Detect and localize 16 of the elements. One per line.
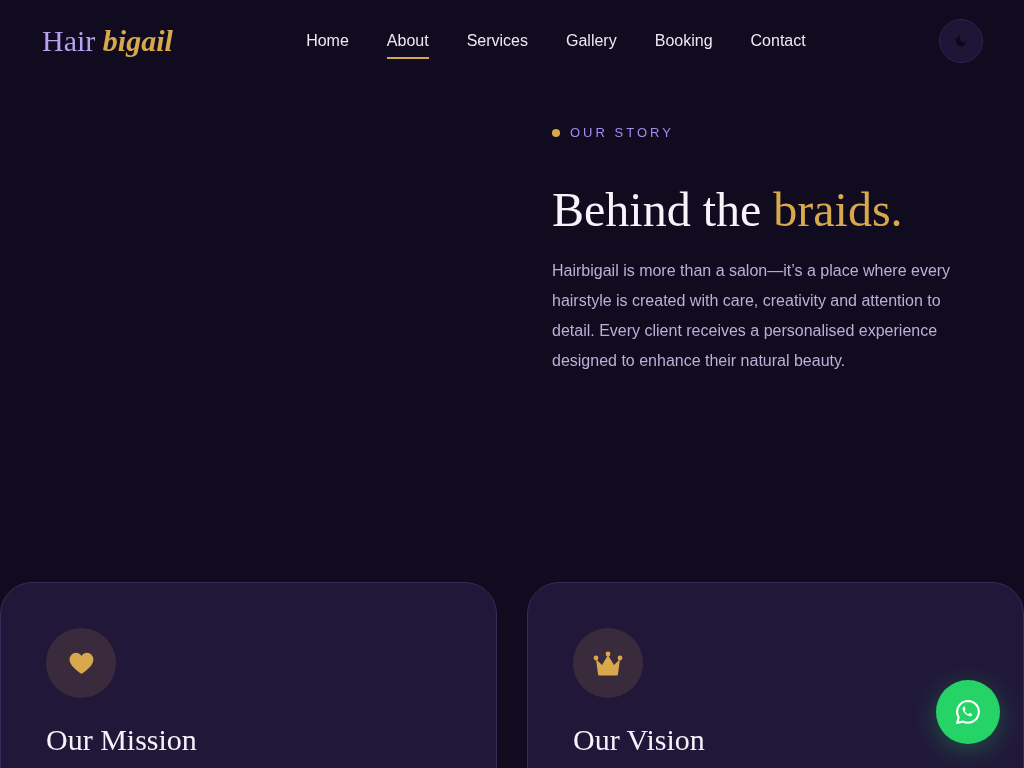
- nav-link[interactable]: Contact: [750, 23, 806, 59]
- page-heading: Behind the braids.: [552, 182, 903, 238]
- theme-toggle-button[interactable]: [939, 19, 983, 63]
- nav-link[interactable]: Booking: [654, 23, 713, 59]
- nav-link[interactable]: About: [386, 23, 429, 59]
- card-title: Our Vision: [573, 722, 705, 758]
- nav-link[interactable]: Gallery: [566, 23, 617, 59]
- story-paragraph: Hairbigail is more than a salon—it’s a place where every hairstyle is created with care, creativity and attention to detail. Every client receives a personalised experience designed to enhance their natural beauty.: [552, 261, 952, 371]
- nav-link[interactable]: Services: [466, 23, 528, 59]
- moon-icon: [954, 34, 968, 48]
- nav-link[interactable]: Home: [306, 23, 349, 59]
- card-title: Our Mission: [46, 722, 197, 758]
- logo[interactable]: Hair bigail: [42, 23, 173, 59]
- section-label: OUR STORY: [570, 125, 674, 141]
- dot-icon: [552, 129, 560, 137]
- phone-bubble-icon: [954, 698, 982, 726]
